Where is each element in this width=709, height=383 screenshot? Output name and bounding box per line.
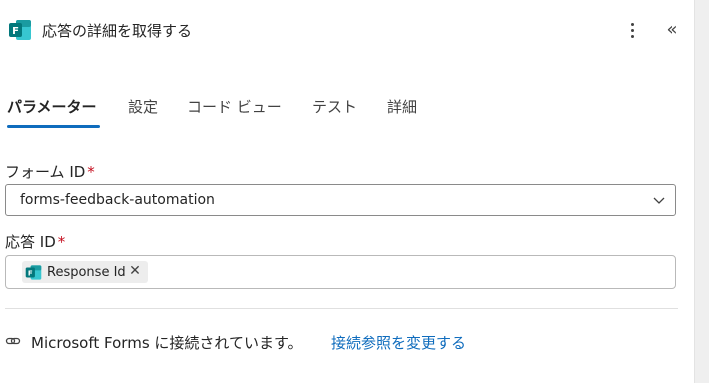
response-id-label: 応答 ID * bbox=[5, 231, 65, 252]
change-connection-link[interactable]: 接続参照を変更する bbox=[331, 332, 466, 353]
active-tab-indicator bbox=[7, 125, 100, 128]
tab-test[interactable]: テスト bbox=[312, 96, 357, 117]
token-label: Response Id bbox=[47, 265, 126, 280]
tab-details[interactable]: 詳細 bbox=[387, 96, 417, 117]
tab-parameters[interactable]: パラメーター bbox=[7, 96, 97, 117]
form-id-label-text: フォーム ID bbox=[5, 163, 86, 181]
microsoft-forms-icon: F bbox=[25, 265, 42, 280]
tab-list: パラメーター 設定 コード ビュー テスト 詳細 bbox=[0, 92, 695, 132]
chevron-down-icon bbox=[653, 197, 665, 204]
action-details-panel: F 応答の詳細を取得する « パラメーター 設定 コード ビュー テスト 詳細 … bbox=[0, 0, 695, 383]
microsoft-forms-icon: F bbox=[9, 20, 31, 40]
svg-text:F: F bbox=[12, 26, 19, 37]
divider bbox=[5, 308, 678, 309]
scrollbar-track[interactable] bbox=[694, 0, 709, 383]
svg-text:F: F bbox=[28, 268, 33, 277]
response-id-field[interactable]: F Response Id ✕ bbox=[5, 255, 676, 289]
tab-settings[interactable]: 設定 bbox=[128, 96, 158, 117]
form-id-label: フォーム ID * bbox=[5, 161, 95, 182]
more-vertical-icon[interactable] bbox=[621, 16, 643, 44]
form-id-dropdown[interactable]: forms-feedback-automation bbox=[5, 184, 676, 216]
close-icon[interactable]: ✕ bbox=[127, 262, 143, 280]
required-marker: * bbox=[57, 233, 66, 251]
response-id-label-text: 応答 ID bbox=[5, 233, 56, 251]
response-id-token[interactable]: F Response Id ✕ bbox=[22, 261, 148, 283]
form-id-value: forms-feedback-automation bbox=[20, 192, 215, 208]
connection-status-text: Microsoft Forms に接続されています。 bbox=[31, 334, 303, 352]
double-chevron-left-icon[interactable]: « bbox=[660, 16, 684, 44]
page-title: 応答の詳細を取得する bbox=[42, 22, 193, 40]
tab-code-view[interactable]: コード ビュー bbox=[187, 96, 282, 117]
panel-header: F 応答の詳細を取得する « bbox=[0, 0, 695, 60]
link-icon bbox=[5, 337, 21, 345]
required-marker: * bbox=[87, 163, 95, 181]
